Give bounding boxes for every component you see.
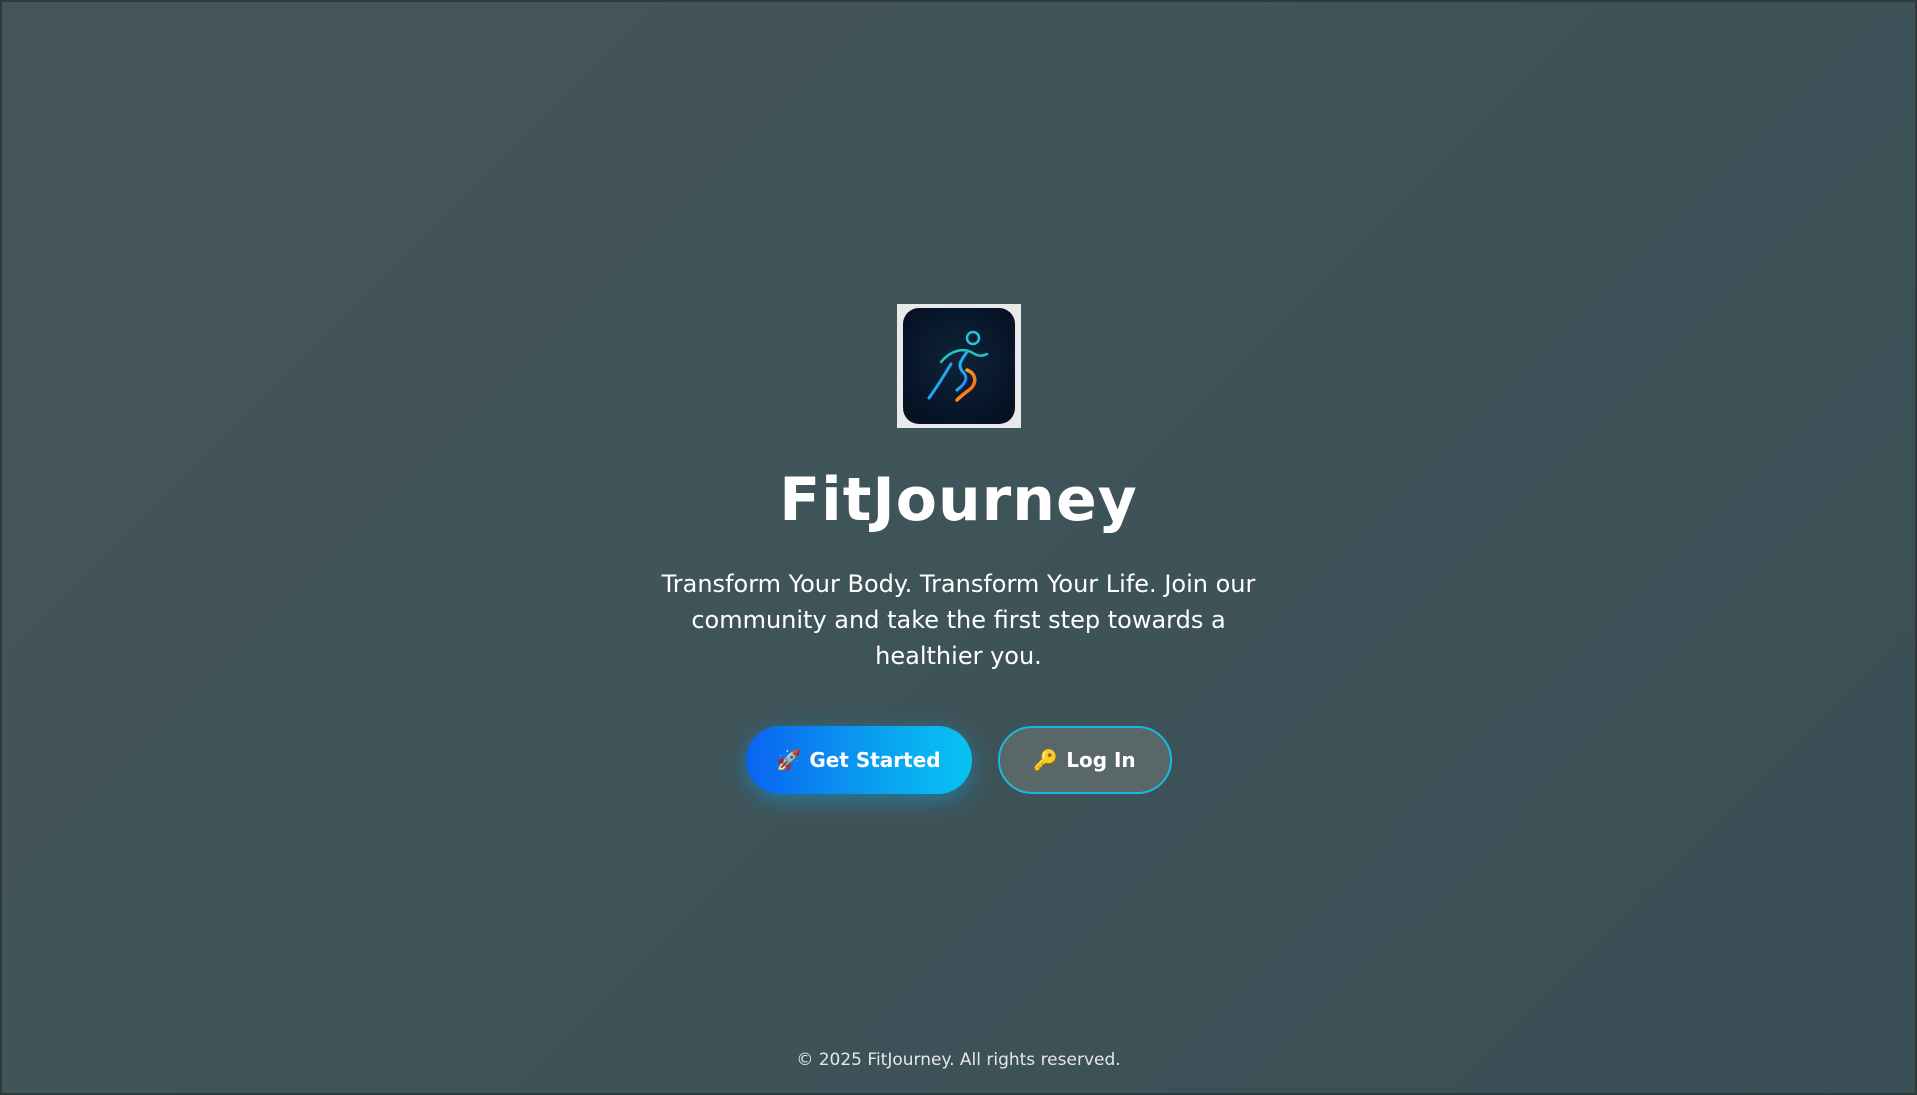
footer-copyright: © 2025 FitJourney. All rights reserved. — [796, 1050, 1121, 1070]
get-started-button[interactable]: 🚀 Get Started — [745, 726, 972, 794]
app-logo — [896, 304, 1021, 428]
key-icon: 🔑 — [1033, 748, 1059, 772]
landing-page: FitJourney Transform Your Body. Transfor… — [0, 0, 1917, 1095]
log-in-label: Log In — [1066, 748, 1136, 772]
log-in-button[interactable]: 🔑 Log In — [997, 726, 1172, 794]
get-started-label: Get Started — [809, 748, 941, 772]
app-title: FitJourney — [779, 465, 1138, 535]
hero-section: FitJourney Transform Your Body. Transfor… — [2, 304, 1915, 794]
app-tagline: Transform Your Body. Transform Your Life… — [661, 570, 1256, 670]
cta-group: 🚀 Get Started 🔑 Log In — [745, 726, 1172, 794]
running-person-icon — [902, 308, 1015, 424]
rocket-icon: 🚀 — [776, 748, 802, 772]
